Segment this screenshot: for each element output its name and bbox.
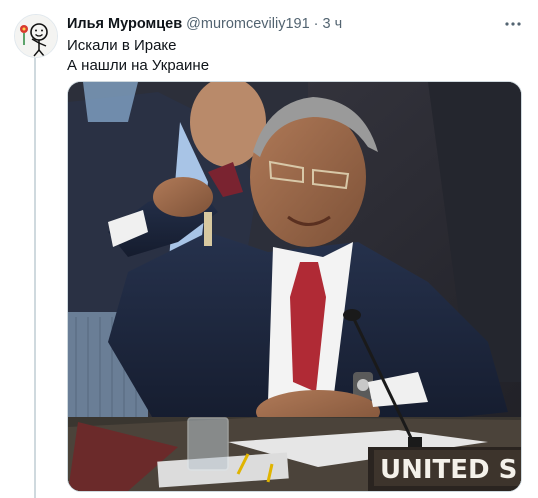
avatar[interactable] (14, 14, 58, 58)
thread-line (34, 56, 36, 498)
tweet-text: Искали в Ираке А нашли на Украине (67, 36, 507, 76)
tweet-time[interactable]: 3 ч (323, 16, 343, 32)
tweet-header: Илья Муромцев @muromceviliy191 · 3 ч (67, 14, 498, 34)
author-name[interactable]: Илья Муромцев (67, 16, 182, 32)
tweet-text-line-1: Искали в Ираке (67, 37, 177, 54)
more-options-button[interactable] (502, 14, 524, 34)
more-horizontal-icon (505, 22, 521, 26)
nameplate-label: UNITED S (380, 455, 517, 485)
separator-dot: · (313, 16, 319, 32)
author-handle[interactable]: @muromceviliy191 (186, 16, 310, 32)
photo-illustration: UNITED S (68, 82, 521, 491)
tweet-photo[interactable]: UNITED S (67, 81, 522, 492)
tweet-text-line-2: А нашли на Украине (67, 57, 210, 74)
cartoon-avatar-icon (15, 15, 57, 57)
